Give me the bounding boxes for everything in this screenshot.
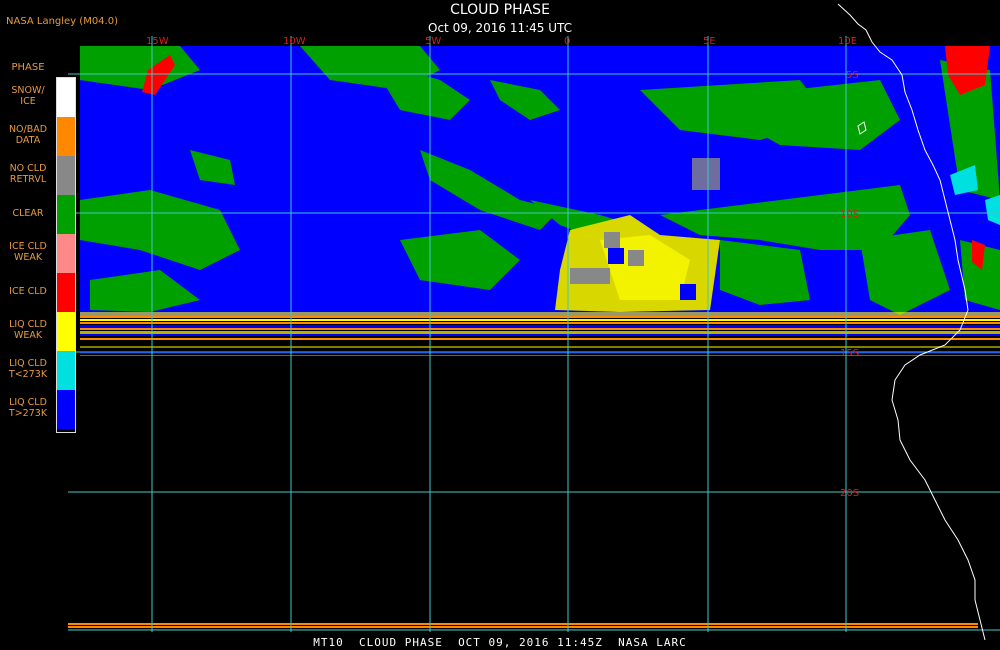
legend-label-line1: LIQ CLD: [9, 397, 47, 408]
legend-label-line2: WEAK: [13, 252, 43, 263]
legend-label: NO/BAD DATA: [0, 124, 56, 146]
lon-label-10e: 10E: [838, 36, 857, 47]
legend-label-line1: CLEAR: [12, 208, 44, 219]
legend-label: CLEAR: [0, 208, 56, 219]
legend-label-line2: T<273K: [8, 369, 48, 380]
legend-label-line2: T>273K: [8, 408, 48, 419]
legend-swatch: [57, 390, 75, 429]
footer-caption: MT10 CLOUD PHASE OCT 09, 2016 11:45Z NAS…: [313, 636, 687, 649]
lon-label-10w: 10W: [283, 36, 306, 47]
legend-label: NO CLD RETRVL: [0, 163, 56, 185]
lon-label-5e: 5E: [703, 36, 716, 47]
legend-swatch: [57, 312, 75, 351]
cloud-phase-map: 15W 10W 5W 0 5E 10E 5S 10S 15S 20S: [68, 3, 1000, 641]
lat-label-20s: 20S: [840, 488, 859, 499]
legend-label-line1: SNOW/: [11, 85, 45, 96]
lon-label-0: 0: [564, 36, 570, 47]
legend-color-bar: [56, 77, 76, 433]
lat-label-15s: 15S: [840, 348, 859, 359]
legend-label-line1: NO/BAD: [8, 124, 48, 135]
legend-label-line2: ICE: [20, 96, 36, 107]
legend-label: ICE CLD WEAK: [0, 241, 56, 263]
legend-swatch: [57, 78, 75, 117]
map-timestamp: Oct 09, 2016 11:45 UTC: [428, 21, 572, 35]
legend-swatch: [57, 234, 75, 273]
legend-swatch: [57, 351, 75, 390]
legend-label-line2: WEAK: [13, 330, 43, 341]
legend-swatch: [57, 195, 75, 234]
legend-title: PHASE: [11, 62, 45, 73]
legend-labels: SNOW/ICE NO/BAD DATA NO CLD RETRVL CLEAR ICE C…: [0, 77, 56, 431]
source-label: NASA Langley (M04.0): [6, 16, 118, 27]
legend-swatch: [57, 273, 75, 312]
legend-label-line2: RETRVL: [9, 174, 47, 185]
lat-label-10s: 10S: [840, 209, 859, 220]
lon-label-5w: 5W: [425, 36, 441, 47]
legend-label-line1: LIQ CLD: [9, 319, 47, 330]
legend-label: ICE CLD: [0, 286, 56, 297]
lon-label-15w: 15W: [146, 36, 169, 47]
legend-label: LIQ CLD T>273K: [0, 397, 56, 419]
legend-label-line1: ICE CLD: [9, 241, 47, 252]
legend-label-line2: DATA: [15, 135, 41, 146]
legend-label: LIQ CLD T<273K: [0, 358, 56, 380]
legend-label: LIQ CLD WEAK: [0, 319, 56, 341]
lat-label-5s: 5S: [846, 70, 859, 81]
legend-label-line1: NO CLD: [9, 163, 47, 174]
map-title: CLOUD PHASE: [450, 2, 550, 18]
legend-swatch: [57, 117, 75, 156]
legend-label-line1: ICE CLD: [9, 286, 47, 297]
legend-swatch: [57, 156, 75, 195]
legend-label-line1: LIQ CLD: [9, 358, 47, 369]
legend-label: SNOW/ICE: [0, 85, 56, 107]
